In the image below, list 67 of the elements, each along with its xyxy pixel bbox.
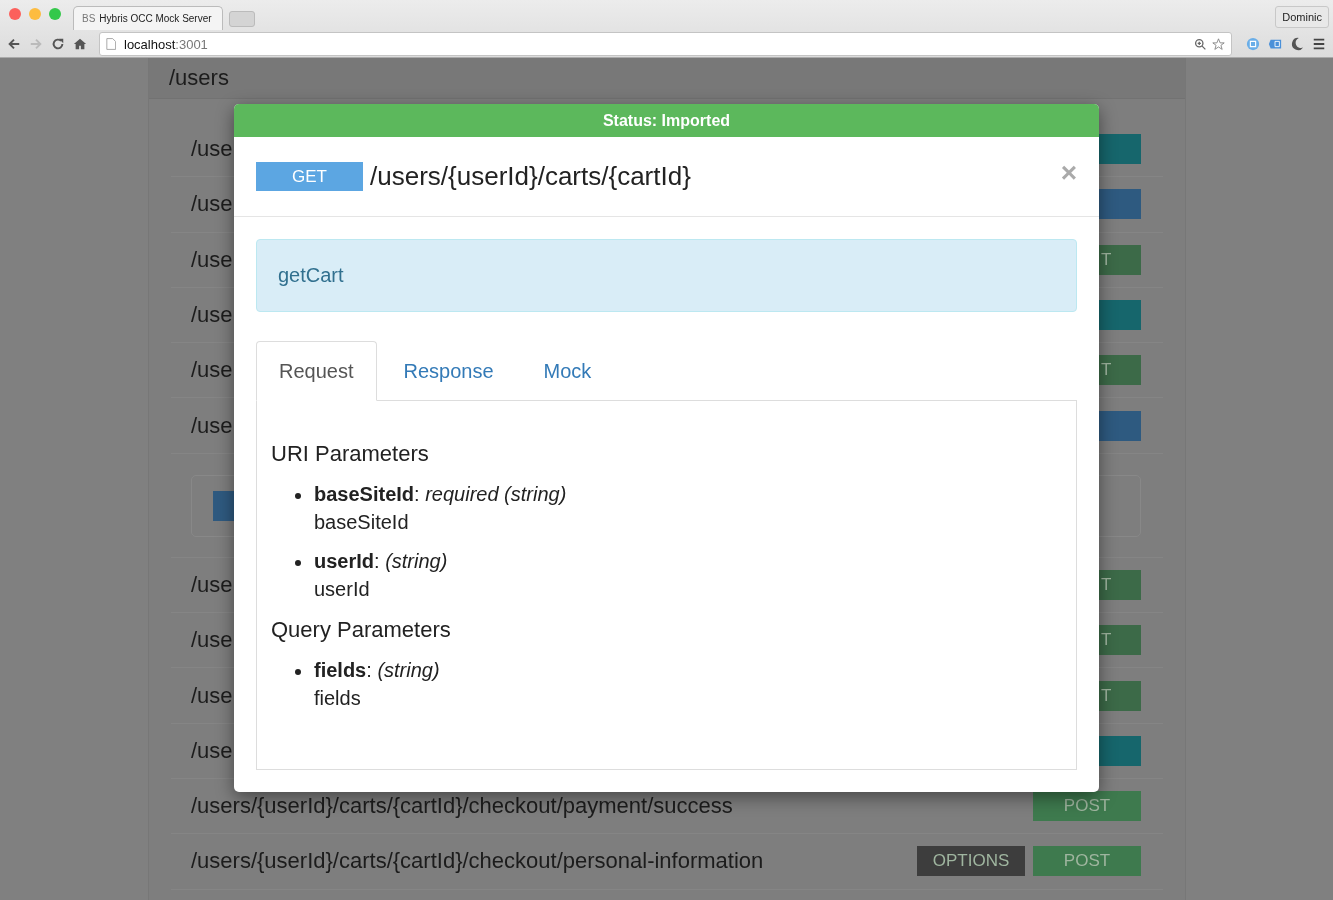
address-bar[interactable]: localhost:3001 [99, 32, 1232, 56]
route-path[interactable]: /use [191, 136, 233, 163]
summary-alert: getCart [256, 239, 1077, 312]
route-path[interactable]: /use [191, 627, 233, 654]
method-badge[interactable] [1099, 410, 1141, 441]
method-badge[interactable]: POST [1033, 791, 1141, 822]
back-icon[interactable] [7, 37, 21, 51]
bullet-icon [295, 669, 301, 675]
section-heading: Query Parameters [271, 617, 452, 643]
minimize-window-icon[interactable] [29, 8, 41, 20]
tab[interactable]: Response [380, 341, 517, 401]
method-badge: GET [256, 162, 363, 191]
extension-icon[interactable] [1246, 37, 1260, 51]
reload-icon[interactable] [51, 37, 65, 51]
address-host: localhost [124, 36, 176, 52]
zoom-icon[interactable] [1194, 37, 1207, 51]
star-icon[interactable] [1212, 37, 1225, 51]
parameter-name: baseSiteId: required (string) [314, 483, 567, 506]
home-icon[interactable] [73, 37, 87, 51]
method-badge[interactable] [1099, 735, 1141, 766]
method-badge[interactable]: T [1099, 569, 1141, 600]
tab-title: Hybris OCC Mock Server [99, 13, 212, 24]
method-badge[interactable] [1099, 189, 1141, 220]
parameter-description: userId [314, 578, 371, 601]
maximize-window-icon[interactable] [49, 8, 61, 20]
profile-button[interactable]: Dominic [1275, 6, 1329, 28]
route-path[interactable]: /use [191, 191, 233, 218]
route-path[interactable]: /use [191, 246, 233, 273]
route-path[interactable]: /use [191, 302, 233, 329]
route-path[interactable]: /users/{userId}/carts/{cartId}/checkout/personal-information [191, 848, 764, 875]
address-port: :3001 [175, 36, 208, 52]
route-path[interactable]: /use [191, 571, 233, 598]
new-tab-button[interactable] [229, 11, 255, 27]
parameter-name: userId: (string) [314, 550, 448, 573]
section-heading: /users [169, 65, 229, 91]
method-badge[interactable] [1099, 134, 1141, 165]
page-icon [106, 38, 116, 50]
method-badge[interactable]: POST [1033, 846, 1141, 877]
method-badge[interactable]: T [1099, 625, 1141, 656]
method-badge[interactable]: T [1099, 355, 1141, 386]
method-badge[interactable]: OPTIONS [917, 846, 1025, 877]
bullet-icon [295, 493, 301, 499]
status-bar: Status: Imported [234, 104, 1099, 137]
method-badge[interactable] [1099, 300, 1141, 331]
modal-title: /users/{userId}/carts/{cartId} [370, 161, 691, 192]
close-window-icon[interactable] [9, 8, 21, 20]
tab-favicon: BS [82, 13, 96, 24]
method-badge[interactable]: T [1099, 680, 1141, 711]
tab[interactable]: Request [256, 341, 377, 401]
parameter-name: fields: (string) [314, 659, 440, 682]
route-path[interactable]: /use [191, 357, 233, 384]
section-heading: URI Parameters [271, 441, 430, 467]
menu-icon[interactable] [1312, 37, 1326, 51]
parameter-description: baseSiteId [314, 511, 410, 534]
method-badge[interactable]: T [1099, 244, 1141, 275]
parameter-description: fields [314, 687, 362, 710]
browser-tab[interactable]: BS Hybris OCC Mock Server [73, 6, 223, 30]
forward-icon[interactable] [29, 37, 43, 51]
route-path[interactable]: /users/{userId}/carts/{cartId}/checkout/payment/success [191, 793, 733, 820]
moon-icon[interactable] [1290, 37, 1304, 51]
close-button[interactable]: × [1060, 156, 1077, 189]
bullet-icon [295, 560, 301, 566]
route-path[interactable]: /use [191, 737, 233, 764]
extension-icon[interactable] [1268, 37, 1282, 51]
tab[interactable]: Mock [520, 341, 615, 401]
route-path[interactable]: /use [191, 412, 233, 439]
route-path[interactable]: /use [191, 682, 233, 709]
